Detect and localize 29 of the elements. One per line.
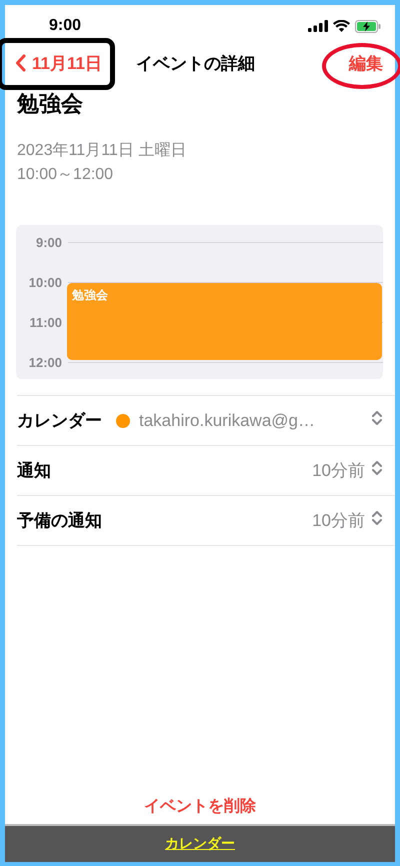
settings-row[interactable]: カレンダー takahiro.kurikawa@g… bbox=[17, 396, 395, 446]
settings-row[interactable]: 通知 10分前 bbox=[17, 446, 395, 496]
settings-row[interactable]: 予備の通知 10分前 bbox=[17, 496, 395, 546]
row-label: カレンダー bbox=[17, 410, 102, 432]
row-value: 10分前 bbox=[312, 460, 365, 482]
row-value: takahiro.kurikawa@g… bbox=[139, 410, 315, 430]
up-down-chevron-icon bbox=[371, 510, 383, 526]
delete-event-button[interactable]: イベントを削除 bbox=[138, 795, 262, 818]
hour-label: 10:00 bbox=[28, 274, 62, 290]
battery-charging-icon bbox=[355, 20, 381, 32]
back-button[interactable]: 11月11日 bbox=[11, 52, 106, 74]
hour-label: 11:00 bbox=[28, 314, 62, 330]
up-down-chevron-icon bbox=[371, 460, 383, 476]
status-time: 9:00 bbox=[49, 17, 82, 35]
chevron-left-icon bbox=[15, 54, 26, 72]
row-label: 通知 bbox=[17, 460, 51, 482]
event-time: 10:00～12:00 bbox=[17, 165, 114, 185]
wifi-icon bbox=[333, 20, 350, 32]
signal-icon bbox=[308, 20, 328, 32]
nav-title: イベントの詳細 bbox=[136, 52, 255, 74]
hour-label: 9:00 bbox=[34, 234, 62, 250]
event-title: 勉強会 bbox=[17, 90, 84, 118]
event-date: 2023年11月11日 土曜日 bbox=[17, 140, 188, 161]
row-label: 予備の通知 bbox=[17, 510, 102, 532]
up-down-chevron-icon bbox=[371, 410, 383, 426]
calendar-link[interactable]: カレンダー bbox=[165, 835, 235, 853]
hour-label: 12:00 bbox=[28, 354, 62, 370]
row-value: 10分前 bbox=[312, 510, 365, 532]
edit-button[interactable]: 編集 bbox=[343, 52, 389, 74]
